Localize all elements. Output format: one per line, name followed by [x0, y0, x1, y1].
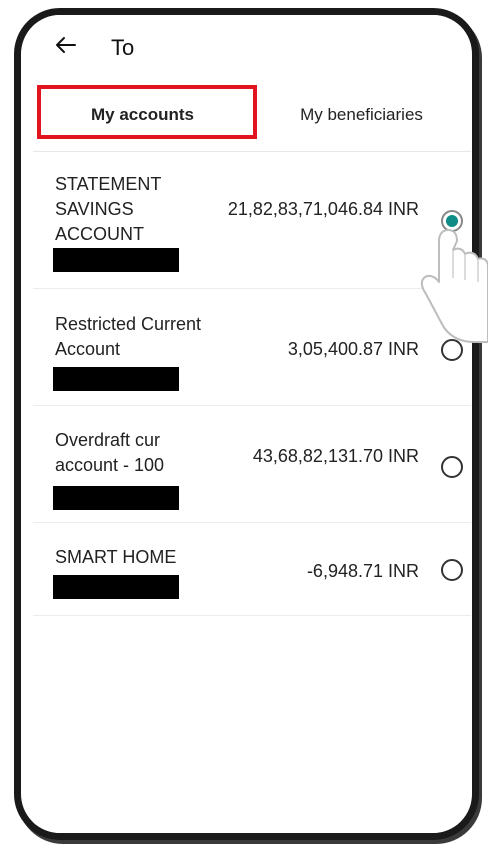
account-balance: -6,948.71 INR	[306, 561, 419, 581]
account-list: STATEMENT SAVINGS ACCOUNT 21,82,83,71,04…	[33, 152, 471, 616]
account-number-masked	[53, 486, 179, 510]
tab-my-accounts[interactable]: My accounts	[33, 79, 252, 151]
back-button[interactable]	[51, 31, 79, 59]
account-balance: 21,82,83,71,046.84 INR	[227, 199, 419, 219]
account-row[interactable]: Overdraft cur account - 100 43,68,82,131…	[33, 406, 471, 523]
phone-frame: To My accounts My beneficiaries STATEMEN…	[14, 8, 479, 840]
account-number-masked	[53, 367, 179, 391]
account-name: Restricted Current Account	[55, 314, 202, 359]
tab-bar: My accounts My beneficiaries	[33, 79, 471, 152]
app-header: To	[33, 15, 471, 77]
account-balance: 3,05,400.87 INR	[287, 339, 419, 359]
account-radio-selected[interactable]	[441, 210, 463, 232]
tab-label: My accounts	[91, 105, 194, 124]
account-balance: 43,68,82,131.70 INR	[252, 446, 419, 466]
tab-my-beneficiaries[interactable]: My beneficiaries	[252, 79, 471, 151]
account-radio[interactable]	[441, 339, 463, 361]
app-screen: To My accounts My beneficiaries STATEMEN…	[33, 15, 471, 833]
tab-label: My beneficiaries	[300, 105, 423, 124]
account-row[interactable]: Restricted Current Account 3,05,400.87 I…	[33, 289, 471, 406]
account-radio[interactable]	[441, 559, 463, 581]
arrow-left-icon	[56, 37, 76, 53]
account-row[interactable]: SMART HOME -6,948.71 INR	[33, 523, 471, 616]
account-radio[interactable]	[441, 456, 463, 478]
account-row[interactable]: STATEMENT SAVINGS ACCOUNT 21,82,83,71,04…	[33, 152, 471, 289]
account-name: STATEMENT SAVINGS ACCOUNT	[55, 174, 162, 244]
account-number-masked	[53, 248, 179, 272]
page-title: To	[111, 35, 135, 60]
account-name: SMART HOME	[55, 547, 177, 567]
account-number-masked	[53, 575, 179, 599]
account-name: Overdraft cur account - 100	[55, 430, 165, 475]
